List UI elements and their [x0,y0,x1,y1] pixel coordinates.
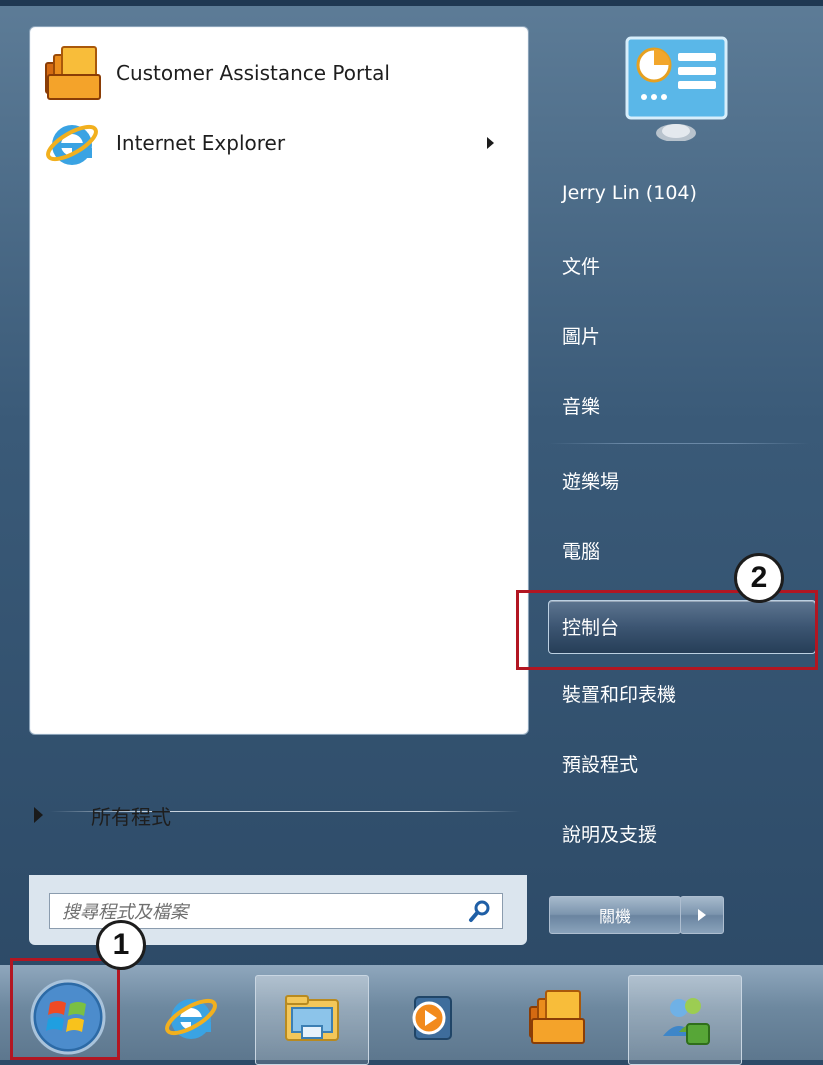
taskbar-file-explorer[interactable] [255,975,369,1065]
taskbar-windows-live-messenger[interactable] [628,975,742,1065]
internet-explorer-icon [161,987,221,1051]
submenu-arrow-icon[interactable] [487,137,494,149]
pinned-item-label: Customer Assistance Portal [116,61,390,85]
right-item-label: 圖片 [562,325,601,348]
windows-live-messenger-icon [653,988,717,1052]
triangle-right-icon [698,909,706,921]
media-player-icon [401,987,461,1051]
shutdown-options-button[interactable] [680,896,724,934]
step-badge-1: 1 [96,920,146,970]
start-menu-frame: Customer Assistance Portal Internet Expl… [0,0,823,1065]
right-item-label: Jerry Lin (104) [562,182,697,204]
taskbar-media-player[interactable] [375,975,487,1063]
programs-panel: Customer Assistance Portal Internet Expl… [29,26,529,812]
taskbar-customer-portal[interactable] [500,975,612,1063]
right-item-documents[interactable]: 文件 [548,240,810,290]
right-item-pictures[interactable]: 圖片 [548,310,810,360]
right-item-label: 文件 [562,255,601,278]
taskbar [0,965,823,1065]
right-item-label: 裝置和印表機 [562,683,677,706]
taskbar-internet-explorer[interactable] [135,975,247,1063]
right-item-devices-printers[interactable]: 裝置和印表機 [548,668,810,718]
all-programs[interactable]: 所有程式 [20,795,490,835]
top-border [0,0,823,6]
step-badge-2: 2 [734,553,784,603]
divider [548,443,810,444]
right-item-label: 說明及支援 [562,823,658,846]
right-item-label: 遊樂場 [562,470,620,493]
right-item-games[interactable]: 遊樂場 [548,455,810,505]
shutdown-button[interactable]: 關機 [549,896,681,934]
customer-portal-icon [526,987,586,1051]
user-picture-icon[interactable] [624,35,729,142]
triangle-right-icon [34,807,43,823]
internet-explorer-icon [42,113,102,173]
pinned-internet-explorer[interactable]: Internet Explorer [38,109,518,177]
pinned-customer-assistance-portal[interactable]: Customer Assistance Portal [38,39,518,107]
right-item-label: 預設程式 [562,753,639,776]
annotation-box-start-button [10,958,120,1060]
all-programs-label: 所有程式 [91,804,171,829]
file-explorer-folder-icon [280,988,344,1052]
right-item-help-support[interactable]: 說明及支援 [548,808,810,858]
customer-portal-icon [42,43,102,103]
annotation-box-control-panel [516,590,818,670]
right-item-user-name[interactable]: Jerry Lin (104) [548,168,810,218]
right-item-music[interactable]: 音樂 [548,380,810,430]
shutdown-label: 關機 [598,907,631,926]
search-icon[interactable] [468,899,492,923]
right-item-label: 電腦 [562,540,601,563]
right-item-label: 音樂 [562,395,601,418]
pinned-item-label: Internet Explorer [116,131,286,155]
right-item-default-programs[interactable]: 預設程式 [548,738,810,788]
